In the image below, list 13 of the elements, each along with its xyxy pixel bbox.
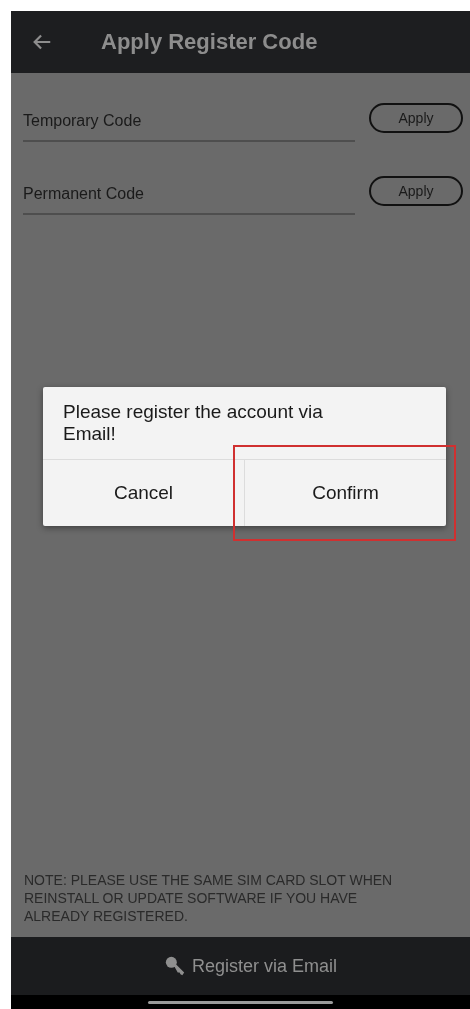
key-icon (163, 955, 186, 977)
dialog-button[interactable]: Confirm (245, 460, 446, 526)
dialog-button[interactable]: Cancel (43, 460, 244, 526)
note-text: NOTE: PLEASE USE THE SAME SIM CARD SLOT WHEN REINSTALL OR UPDATE SOFTWARE IF YOU HAVE ALREADY REGISTERED. (23, 871, 394, 926)
code-field[interactable]: Permanent Code (23, 166, 355, 215)
code-field[interactable]: Temporary Code (23, 93, 355, 142)
dialog-message: Please register the account via Email! (43, 387, 446, 460)
register-email-button[interactable]: Register via Email (11, 937, 470, 995)
screen-title: Apply Register Code (101, 29, 318, 55)
apply-button[interactable]: Apply (369, 102, 463, 133)
apply-button[interactable]: Apply (369, 175, 463, 206)
home-indicator[interactable] (148, 1000, 333, 1004)
button-label: Register via Email (191, 955, 337, 977)
